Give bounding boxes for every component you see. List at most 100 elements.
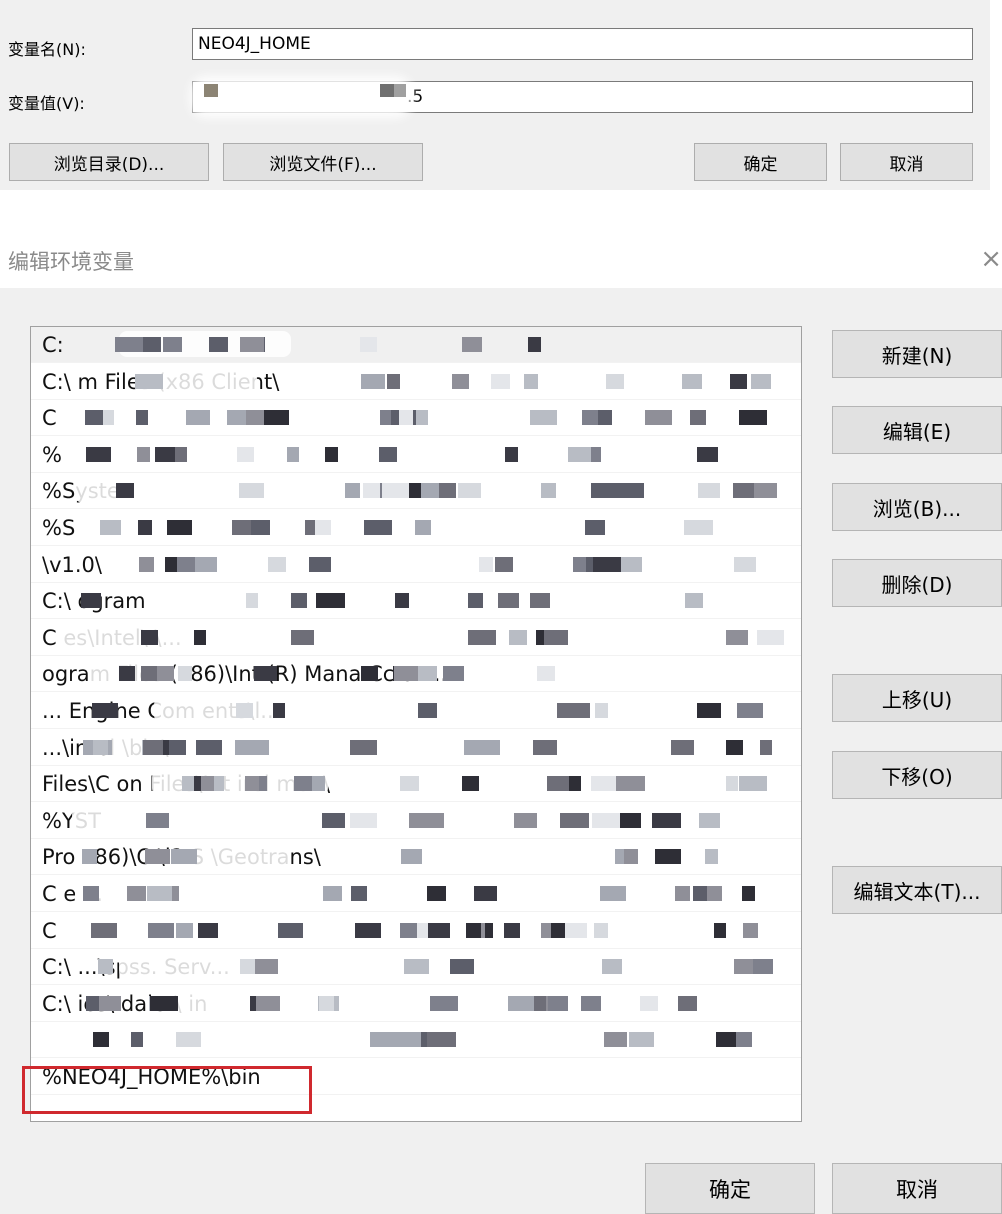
- redaction-pixel: [240, 959, 256, 975]
- redaction-pixel: [400, 922, 417, 938]
- redaction-pixel: [743, 922, 758, 938]
- redaction-pixel: [400, 776, 419, 792]
- redaction-pixel: [115, 337, 143, 352]
- redaction-pixel: [204, 84, 218, 97]
- redaction-pixel: [602, 959, 622, 975]
- redaction-pixel: [273, 703, 285, 718]
- redaction-pixel: [562, 922, 587, 938]
- redaction-pixel: [629, 1032, 654, 1048]
- redaction-pixel: [235, 739, 257, 755]
- redaction-pixel: [498, 593, 519, 609]
- redaction-pixel: [551, 922, 565, 938]
- redaction-pixel: [474, 886, 497, 901]
- redaction-pixel: [361, 373, 385, 389]
- new-button[interactable]: 新建(N): [832, 330, 1002, 378]
- redaction-pixel: [379, 446, 397, 462]
- redaction-pixel: [148, 922, 174, 938]
- redaction-pixel: [155, 446, 175, 462]
- redaction-pixel: [495, 556, 513, 572]
- redaction-pixel: [524, 373, 538, 389]
- redaction-pixel: [139, 556, 154, 572]
- redaction-pixel: [600, 886, 626, 901]
- redaction-pixel: [430, 995, 458, 1011]
- redaction-smear: [170, 989, 253, 1016]
- redaction-pixel: [751, 373, 771, 389]
- redaction-pixel: [255, 959, 278, 975]
- redaction-pixel: [530, 410, 557, 426]
- redaction-pixel: [173, 446, 187, 462]
- redaction-pixel: [116, 483, 134, 499]
- redaction-pixel: [616, 483, 644, 499]
- redaction-pixel: [739, 410, 767, 426]
- redaction-pixel: [443, 666, 464, 682]
- move-down-button[interactable]: 下移(O): [832, 751, 1002, 799]
- redaction-pixel: [427, 886, 446, 901]
- redaction-pixel: [730, 373, 747, 389]
- list-item[interactable]: ... Engine Com ents\l...: [31, 693, 801, 729]
- redaction-pixel: [169, 739, 186, 755]
- browse-file-button[interactable]: 浏览文件(F)...: [223, 143, 423, 181]
- edit-button[interactable]: 编辑(E): [832, 406, 1002, 454]
- redaction-pixel: [537, 666, 555, 682]
- redaction-pixel: [85, 410, 103, 426]
- close-icon[interactable]: ×: [980, 244, 1002, 274]
- redaction-pixel: [177, 556, 195, 572]
- redaction-pixel: [604, 1032, 627, 1048]
- redaction-pixel: [245, 776, 259, 792]
- redaction-pixel: [655, 849, 681, 865]
- redaction-pixel: [697, 446, 718, 462]
- variable-cancel-button[interactable]: 取消: [840, 143, 973, 181]
- redaction-pixel: [528, 337, 541, 352]
- redaction-pixel: [491, 373, 510, 389]
- delete-button[interactable]: 删除(D): [832, 559, 1002, 607]
- env-cancel-button[interactable]: 取消: [832, 1163, 1002, 1214]
- redaction-pixel: [393, 1032, 421, 1048]
- redaction-pixel: [355, 922, 381, 938]
- redaction-pixel: [450, 959, 474, 975]
- redaction-pixel: [323, 886, 342, 901]
- redaction-pixel: [312, 776, 325, 792]
- redaction-pixel: [415, 520, 431, 535]
- move-up-button[interactable]: 上移(U): [832, 674, 1002, 722]
- redaction-pixel: [684, 520, 713, 535]
- redaction-pixel: [505, 446, 518, 462]
- redaction-pixel: [671, 739, 694, 755]
- redaction-pixel: [468, 593, 483, 609]
- redaction-pixel: [176, 922, 193, 938]
- redaction-pixel: [322, 812, 345, 828]
- redaction-pixel: [360, 337, 377, 352]
- variable-name-label: 变量名(N):: [8, 40, 86, 59]
- redaction-pixel: [387, 373, 400, 389]
- env-ok-button[interactable]: 确定: [645, 1163, 815, 1214]
- redaction-pixel: [194, 629, 206, 645]
- redaction-pixel: [533, 739, 557, 755]
- redaction-pixel: [254, 666, 277, 682]
- redaction-pixel: [86, 446, 111, 462]
- redaction-pixel: [466, 922, 481, 938]
- redaction-pixel: [418, 666, 437, 682]
- variable-value-label: 变量值(V):: [8, 94, 85, 113]
- redaction-pixel: [309, 556, 331, 572]
- redaction-pixel: [616, 776, 645, 792]
- redaction-pixel: [240, 337, 264, 352]
- redaction-pixel: [726, 739, 743, 755]
- redaction-pixel: [427, 1032, 456, 1048]
- edit-text-button[interactable]: 编辑文本(T)...: [832, 866, 1002, 914]
- browse-directory-button[interactable]: 浏览目录(D)...: [9, 143, 209, 181]
- redaction-pixel: [458, 483, 481, 499]
- redaction-pixel: [171, 849, 197, 865]
- redaction-pixel: [315, 520, 331, 535]
- redaction-pixel: [209, 337, 228, 352]
- redaction-pixel: [350, 739, 377, 755]
- redaction-pixel: [82, 849, 97, 865]
- path-list[interactable]: C:C:\ m Files (x86 Client\C%%Syste%S \v1…: [30, 326, 802, 1122]
- browse-button[interactable]: 浏览(B)...: [832, 483, 1002, 531]
- variable-ok-button[interactable]: 确定: [694, 143, 827, 181]
- variable-name-input[interactable]: NEO4J_HOME: [192, 28, 973, 60]
- redaction-pixel: [707, 886, 722, 901]
- redaction-pixel: [92, 703, 118, 718]
- redaction-pixel: [157, 666, 174, 682]
- redaction-pixel: [675, 886, 690, 901]
- redaction-pixel: [409, 812, 422, 828]
- redaction-pixel: [452, 373, 469, 389]
